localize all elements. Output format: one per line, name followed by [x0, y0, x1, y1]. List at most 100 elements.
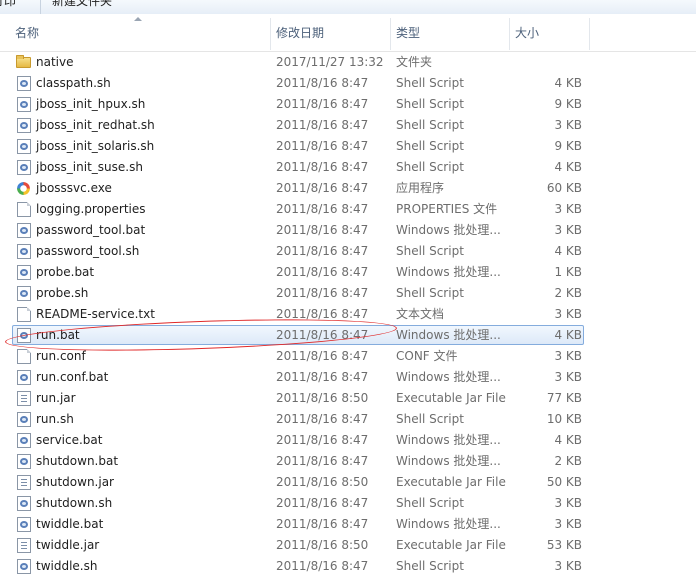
file-row[interactable]: password_tool.bat 2011/8/16 8:47 Windows 批… [0, 220, 696, 241]
folder-icon [16, 55, 31, 68]
file-size: 2 KB [554, 286, 582, 300]
file-row[interactable]: probe.bat 2011/8/16 8:47 Windows 批处理... 1 K… [0, 262, 696, 283]
file-name: twiddle.bat [36, 517, 104, 531]
file-size: 9 KB [554, 97, 582, 111]
column-header-type[interactable]: 类型 [396, 24, 420, 46]
file-row[interactable]: run.conf 2011/8/16 8:47 CONF 文件 3 KB [0, 346, 696, 367]
file-type: Windows 批处理... [396, 370, 501, 384]
file-size: 3 KB [554, 559, 582, 573]
file-name: run.conf [36, 349, 86, 363]
file-modified-date: 2011/8/16 8:50 [276, 538, 369, 552]
file-row[interactable]: jboss_init_hpux.sh 2011/8/16 8:47 Shell Sc… [0, 94, 696, 115]
file-row[interactable]: jboss_init_suse.sh 2011/8/16 8:47 Shell Sc… [0, 157, 696, 178]
file-modified-date: 2011/8/16 8:47 [276, 454, 369, 468]
file-row[interactable]: run.sh 2011/8/16 8:47 Shell Script 10 KB [0, 409, 696, 430]
script-file-icon [17, 76, 31, 91]
file-name: jboss_init_solaris.sh [36, 139, 155, 153]
script-file-icon [17, 265, 31, 280]
file-row[interactable]: logging.properties 2011/8/16 8:47 PROPERTI… [0, 199, 696, 220]
file-row[interactable]: jboss_init_redhat.sh 2011/8/16 8:47 Shell … [0, 115, 696, 136]
file-name: service.bat [36, 433, 103, 447]
script-file-icon [17, 97, 31, 112]
file-modified-date: 2011/8/16 8:47 [276, 76, 369, 90]
column-header-size[interactable]: 大小 [515, 24, 539, 46]
file-row[interactable]: classpath.sh 2011/8/16 8:47 Shell Script 4 … [0, 73, 696, 94]
script-file-icon [17, 496, 31, 511]
file-row[interactable]: service.bat 2011/8/16 8:47 Windows 批处理... 4… [0, 430, 696, 451]
file-size: 3 KB [554, 202, 582, 216]
file-modified-date: 2011/8/16 8:50 [276, 391, 369, 405]
file-row[interactable]: twiddle.sh 2011/8/16 8:47 Shell Script 3 KB [0, 556, 696, 577]
file-row[interactable]: README-service.txt 2011/8/16 8:47 文本文档 3 KB [0, 304, 696, 325]
column-divider[interactable] [390, 18, 391, 50]
file-name: jboss_init_hpux.sh [36, 97, 146, 111]
sort-ascending-icon [134, 17, 142, 21]
file-type: Shell Script [396, 496, 464, 510]
document-icon [17, 307, 31, 322]
file-name: README-service.txt [36, 307, 155, 321]
file-modified-date: 2011/8/16 8:47 [276, 223, 369, 237]
file-size: 4 KB [554, 244, 582, 258]
column-header-bar: 名称 修改日期 类型 大小 [0, 14, 696, 52]
file-name: shutdown.sh [36, 496, 113, 510]
file-name: native [36, 55, 74, 69]
file-type: Executable Jar File [396, 538, 506, 552]
jar-file-icon [17, 391, 31, 406]
file-row[interactable]: shutdown.sh 2011/8/16 8:47 Shell Script 3 K… [0, 493, 696, 514]
file-row[interactable]: native 2017/11/27 13:32 文件夹 [0, 52, 696, 73]
script-file-icon [17, 454, 31, 469]
file-type: Windows 批处理... [396, 517, 501, 531]
print-button[interactable]: 打印 [0, 0, 16, 9]
file-size: 4 KB [554, 433, 582, 447]
file-type: 文件夹 [396, 55, 433, 69]
column-divider[interactable] [589, 18, 590, 50]
file-type: Windows 批处理... [396, 433, 501, 447]
file-type: Windows 批处理... [396, 223, 501, 237]
file-name: classpath.sh [36, 76, 111, 90]
file-type: Windows 批处理... [396, 265, 501, 279]
column-divider[interactable] [270, 18, 271, 50]
file-size: 3 KB [554, 496, 582, 510]
file-row[interactable]: shutdown.jar 2011/8/16 8:50 Executable Jar… [0, 472, 696, 493]
file-row[interactable]: jbosssvc.exe 2011/8/16 8:47 应用程序 60 KB [0, 178, 696, 199]
file-row[interactable]: twiddle.bat 2011/8/16 8:47 Windows 批处理... 3… [0, 514, 696, 535]
file-size: 9 KB [554, 139, 582, 153]
file-name: run.sh [36, 412, 74, 426]
file-name: jbosssvc.exe [36, 181, 112, 195]
application-icon [17, 182, 30, 195]
file-modified-date: 2011/8/16 8:47 [276, 286, 369, 300]
column-header-date[interactable]: 修改日期 [276, 24, 324, 46]
file-modified-date: 2011/8/16 8:47 [276, 349, 369, 363]
file-type: PROPERTIES 文件 [396, 202, 498, 216]
file-list: native 2017/11/27 13:32 文件夹 classpath.sh 201… [0, 52, 696, 577]
script-file-icon [17, 244, 31, 259]
file-modified-date: 2011/8/16 8:47 [276, 97, 369, 111]
file-name: password_tool.bat [36, 223, 146, 237]
file-row[interactable]: probe.sh 2011/8/16 8:47 Shell Script 2 KB [0, 283, 696, 304]
file-row[interactable]: jboss_init_solaris.sh 2011/8/16 8:47 Shell… [0, 136, 696, 157]
file-name: run.jar [36, 391, 76, 405]
file-modified-date: 2011/8/16 8:47 [276, 139, 369, 153]
file-row[interactable]: run.conf.bat 2011/8/16 8:47 Windows 批处理...… [0, 367, 696, 388]
file-name: probe.sh [36, 286, 89, 300]
file-row[interactable]: run.jar 2011/8/16 8:50 Executable Jar File… [0, 388, 696, 409]
script-file-icon [17, 370, 31, 385]
file-type: Shell Script [396, 286, 464, 300]
file-row[interactable]: password_tool.sh 2011/8/16 8:47 Shell Scri… [0, 241, 696, 262]
script-file-icon [17, 118, 31, 133]
file-name: logging.properties [36, 202, 146, 216]
file-modified-date: 2011/8/16 8:47 [276, 307, 369, 321]
file-size: 4 KB [554, 76, 582, 90]
file-row-selected[interactable]: run.bat 2011/8/16 8:47 Windows 批处理... 4 KB [0, 325, 696, 346]
column-header-name[interactable]: 名称 [15, 24, 39, 46]
column-divider[interactable] [509, 18, 510, 50]
script-file-icon [17, 160, 31, 175]
script-file-icon [17, 139, 31, 154]
new-folder-button[interactable]: 新建文件夹 [52, 0, 112, 9]
file-name: twiddle.sh [36, 559, 98, 573]
file-row[interactable]: twiddle.jar 2011/8/16 8:50 Executable Jar … [0, 535, 696, 556]
file-name: run.bat [36, 328, 80, 342]
file-row[interactable]: shutdown.bat 2011/8/16 8:47 Windows 批处理...… [0, 451, 696, 472]
toolbar-divider [40, 0, 41, 14]
jar-file-icon [17, 538, 31, 553]
